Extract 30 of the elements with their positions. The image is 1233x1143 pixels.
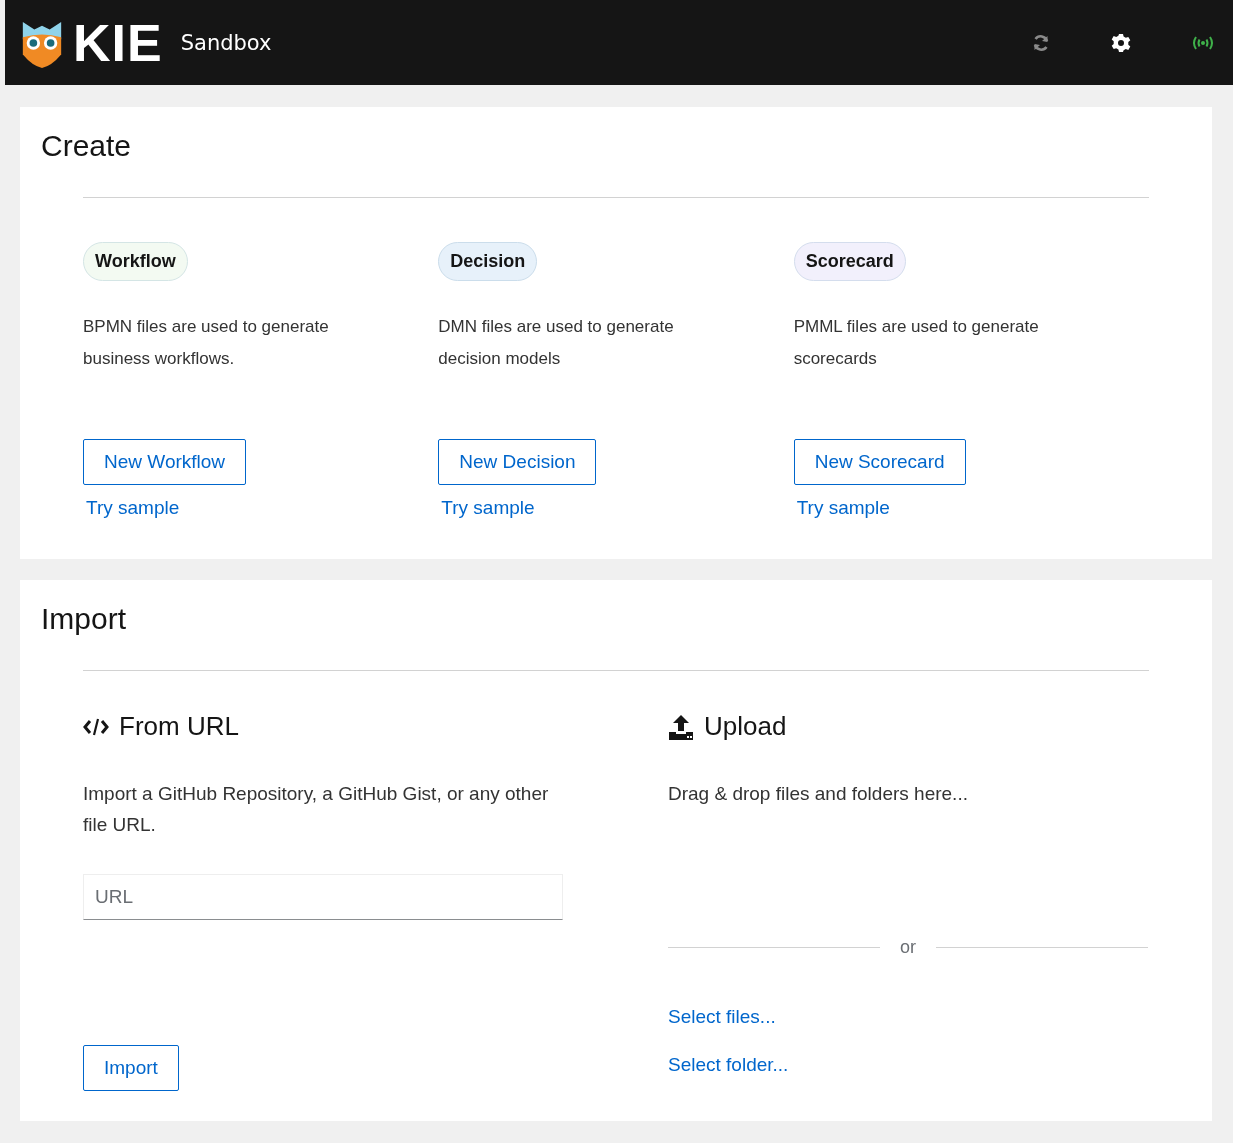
new-file-button[interactable]: New Decision [438, 439, 597, 485]
separator-text: or [900, 937, 916, 958]
description: BPMN files are used to generate business workflows. [83, 316, 330, 370]
description: Import a GitHub Repository, a GitHub Gist, or any other file URL. [83, 782, 550, 837]
section-title: Create [41, 129, 133, 163]
logo-text: KIE [73, 12, 163, 73]
product-name: Sandbox [180, 30, 272, 55]
subsection-title: Upload [704, 711, 787, 742]
description: PMML files are used to generate scorecards [793, 316, 1040, 370]
import-button[interactable]: Import [83, 1045, 179, 1091]
section-title: Import [41, 602, 128, 636]
category-label: Decision [438, 242, 538, 281]
description: DMN files are used to generate decision models [438, 316, 675, 370]
code-icon [83, 716, 109, 737]
select-link[interactable]: Select folder... [668, 1054, 789, 1076]
try-sample-link[interactable]: Try sample [441, 497, 535, 519]
settings-icon[interactable] [1111, 32, 1131, 53]
new-file-button[interactable]: New Workflow [83, 439, 247, 485]
category-label: Scorecard [793, 242, 906, 281]
connection-icon[interactable] [1191, 34, 1215, 51]
sync-icon[interactable] [1031, 32, 1051, 53]
try-sample-link[interactable]: Try sample [796, 497, 890, 519]
new-file-button[interactable]: New Scorecard [793, 439, 966, 485]
try-sample-link[interactable]: Try sample [86, 497, 180, 519]
select-link[interactable]: Select files... [668, 1006, 776, 1028]
upload-icon [668, 713, 694, 740]
subsection-title: From URL [119, 711, 239, 742]
description: Drag & drop files and folders here... [668, 782, 969, 806]
category-label: Workflow [83, 242, 188, 281]
url-field[interactable]: URL [83, 874, 563, 920]
